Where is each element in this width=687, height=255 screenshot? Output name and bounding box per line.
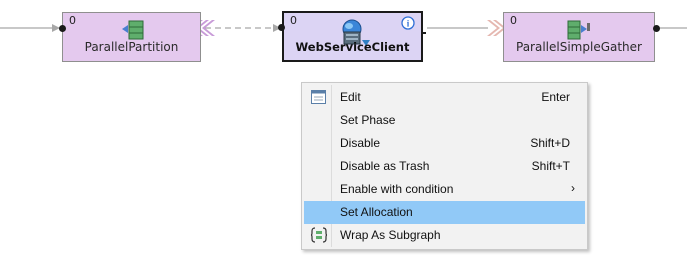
menu-item-disable-as-trash[interactable]: Disable as Trash Shift+T [304,155,585,178]
component-label: ParallelPartition [84,40,179,54]
menu-item-label: Wrap As Subgraph [340,228,441,242]
edit-icon [311,90,326,107]
component-label: ParallelSimpleGather [516,40,642,54]
component-web-service-client[interactable]: 0 i WebServiceClient [282,11,423,62]
menu-item-shortcut: Shift+D [530,136,570,150]
component-label: WebServiceClient [295,40,410,54]
port-count: 0 [510,14,517,27]
output-port[interactable] [653,25,660,32]
menu-item-edit[interactable]: Edit Enter [304,86,585,109]
menu-item-set-allocation[interactable]: Set Allocation [304,201,585,224]
menu-item-label: Edit [340,90,361,104]
submenu-arrow-icon: › [571,181,575,195]
menu-item-disable[interactable]: Disable Shift+D [304,132,585,155]
menu-item-shortcut: Enter [541,90,570,104]
component-parallel-simple-gather[interactable]: 0 ParallelSimpleGather [503,12,655,62]
menu-item-label: Disable [340,136,381,150]
menu-item-label: Disable as Trash [340,159,430,173]
menu-item-wrap-as-subgraph[interactable]: Wrap As Subgraph [304,224,585,247]
subgraph-icon [310,227,328,246]
menu-item-label: Enable with condition [340,182,454,196]
component-parallel-partition[interactable]: 0 ParallelPartition [62,12,201,62]
context-menu: Edit Enter Set Phase Disable Shift+D Dis… [301,82,588,250]
input-port[interactable] [278,24,285,31]
menu-item-set-phase[interactable]: Set Phase [304,109,585,132]
menu-item-enable-with-condition[interactable]: Enable with condition › [304,178,585,201]
menu-item-label: Set Phase [340,113,396,127]
port-count: 0 [69,14,76,27]
menu-item-shortcut: Shift+T [531,159,570,173]
menu-item-label: Set Allocation [340,205,413,219]
input-port[interactable] [59,25,66,32]
info-icon[interactable]: i [401,15,415,34]
output-port[interactable] [189,25,196,32]
port-count: 0 [290,14,297,27]
